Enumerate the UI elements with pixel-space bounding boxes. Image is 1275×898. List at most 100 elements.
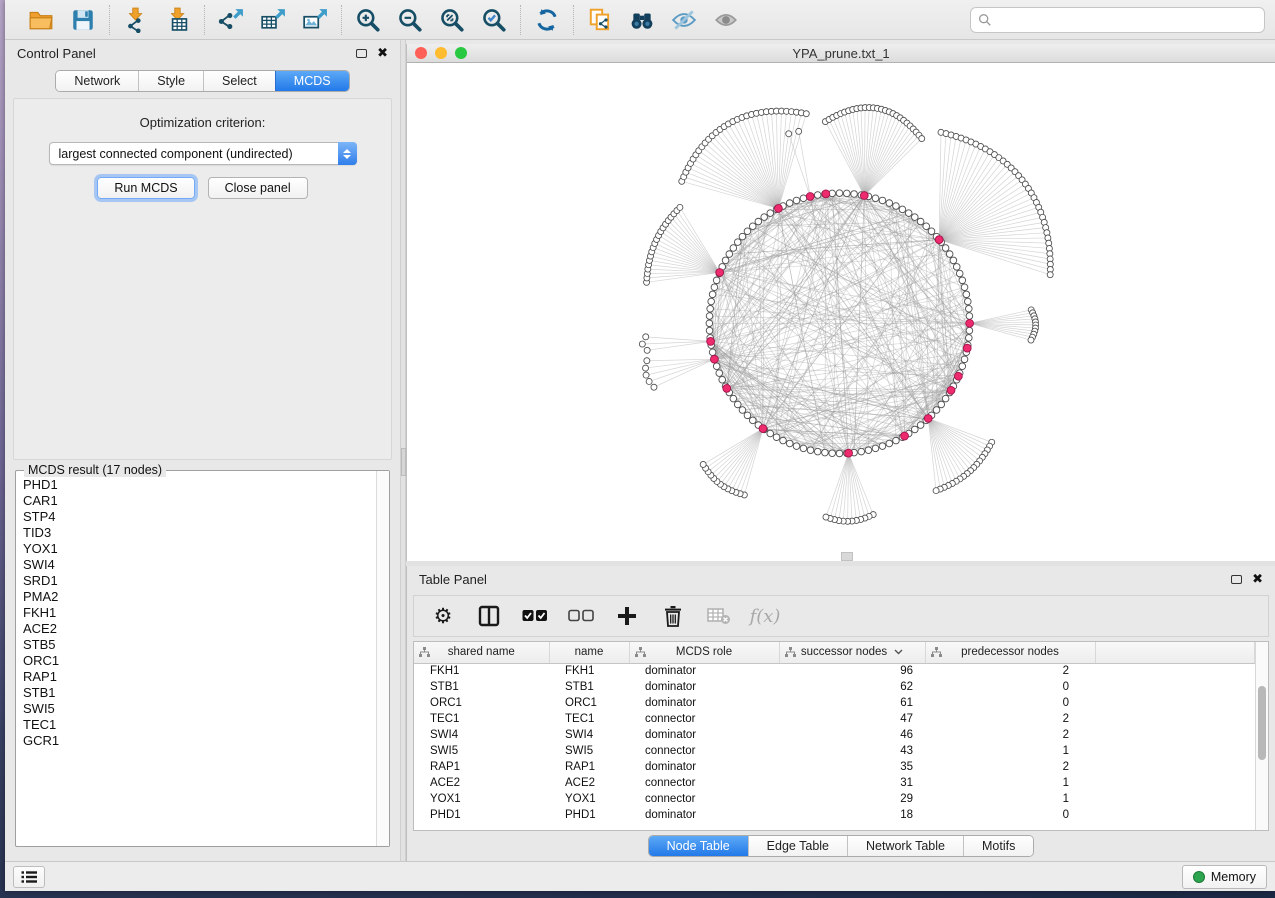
cell-predecessor-nodes[interactable]: 1 (925, 791, 1095, 807)
cell-shared-name[interactable]: STB1 (414, 679, 549, 695)
cell-name[interactable]: ACE2 (549, 775, 629, 791)
cell-name[interactable]: PHD1 (549, 807, 629, 823)
table-row[interactable]: STB1STB1dominator620 (414, 679, 1255, 695)
tab-select[interactable]: Select (203, 71, 275, 91)
export-table-icon[interactable] (259, 6, 287, 34)
zoom-in-icon[interactable] (354, 6, 382, 34)
import-network-icon[interactable] (122, 6, 150, 34)
cell-MCDS-role[interactable]: connector (629, 743, 779, 759)
refresh-layout-icon[interactable] (533, 6, 561, 34)
tab-network[interactable]: Network (56, 71, 138, 91)
mcds-result-item[interactable]: SWI5 (23, 701, 376, 717)
cell-MCDS-role[interactable]: dominator (629, 807, 779, 823)
cell-shared-name[interactable]: RAP1 (414, 759, 549, 775)
network-canvas[interactable] (407, 63, 1275, 561)
cell-name[interactable]: YOX1 (549, 791, 629, 807)
cell-name[interactable]: SWI4 (549, 727, 629, 743)
cell-MCDS-role[interactable]: connector (629, 791, 779, 807)
mcds-result-item[interactable]: CAR1 (23, 493, 376, 509)
result-list-scrollbar[interactable] (376, 471, 389, 846)
column-header-successor-nodes[interactable]: successor nodes (779, 642, 925, 663)
cell-successor-nodes[interactable]: 31 (779, 775, 925, 791)
cell-MCDS-role[interactable]: dominator (629, 695, 779, 711)
close-window-light[interactable] (415, 47, 427, 59)
cell-successor-nodes[interactable]: 43 (779, 743, 925, 759)
mcds-result-item[interactable]: ORC1 (23, 653, 376, 669)
cell-name[interactable]: ORC1 (549, 695, 629, 711)
panel-menu-button[interactable] (13, 866, 45, 888)
save-session-icon[interactable] (69, 6, 97, 34)
close-panel-button[interactable]: Close panel (208, 177, 308, 199)
node-table[interactable]: shared namenameMCDS rolesuccessor nodesp… (414, 642, 1255, 823)
unselect-all-columns-icon[interactable] (568, 603, 594, 629)
network-graph[interactable] (407, 63, 1275, 562)
column-header-MCDS-role[interactable]: MCDS role (629, 642, 779, 663)
hide-selected-icon[interactable] (670, 6, 698, 34)
search-input[interactable] (997, 13, 1257, 27)
mcds-result-item[interactable]: TID3 (23, 525, 376, 541)
mcds-result-item[interactable]: STP4 (23, 509, 376, 525)
cell-predecessor-nodes[interactable]: 2 (925, 759, 1095, 775)
vertical-splitter[interactable] (400, 40, 406, 861)
table-row[interactable]: YOX1YOX1connector291 (414, 791, 1255, 807)
import-table-icon[interactable] (164, 6, 192, 34)
table-row[interactable]: RAP1RAP1dominator352 (414, 759, 1255, 775)
column-layout-icon[interactable] (476, 603, 502, 629)
cell-shared-name[interactable]: SWI5 (414, 743, 549, 759)
mcds-result-item[interactable]: TEC1 (23, 717, 376, 733)
cell-successor-nodes[interactable]: 96 (779, 663, 925, 679)
mcds-result-item[interactable]: PHD1 (23, 477, 376, 493)
column-header-shared-name[interactable]: shared name (414, 642, 549, 663)
table-row[interactable]: SWI5SWI5connector431 (414, 743, 1255, 759)
table-row[interactable]: PHD1PHD1dominator180 (414, 807, 1255, 823)
splitter-grip[interactable] (401, 448, 406, 476)
mcds-result-item[interactable]: RAP1 (23, 669, 376, 685)
cell-shared-name[interactable]: PHD1 (414, 807, 549, 823)
table-row[interactable]: ORC1ORC1dominator610 (414, 695, 1255, 711)
cell-MCDS-role[interactable]: dominator (629, 759, 779, 775)
cell-successor-nodes[interactable]: 18 (779, 807, 925, 823)
tab-style[interactable]: Style (138, 71, 203, 91)
mcds-result-item[interactable]: SRD1 (23, 573, 376, 589)
export-image-icon[interactable] (301, 6, 329, 34)
cell-MCDS-role[interactable]: dominator (629, 679, 779, 695)
open-session-icon[interactable] (27, 6, 55, 34)
tab-network-table[interactable]: Network Table (847, 836, 963, 856)
mcds-result-item[interactable]: STB5 (23, 637, 376, 653)
cell-predecessor-nodes[interactable]: 1 (925, 743, 1095, 759)
cell-shared-name[interactable]: TEC1 (414, 711, 549, 727)
mcds-result-list[interactable]: PHD1CAR1STP4TID3YOX1SWI4SRD1PMA2FKH1ACE2… (16, 471, 376, 846)
criterion-dropdown[interactable]: largest connected component (undirected) (49, 142, 357, 165)
table-row[interactable]: FKH1FKH1dominator962 (414, 663, 1255, 679)
cell-shared-name[interactable]: YOX1 (414, 791, 549, 807)
cell-MCDS-role[interactable]: connector (629, 711, 779, 727)
export-network-icon[interactable] (217, 6, 245, 34)
cell-name[interactable]: SWI5 (549, 743, 629, 759)
float-table-panel-icon[interactable] (1231, 575, 1242, 584)
mcds-result-item[interactable]: PMA2 (23, 589, 376, 605)
cell-successor-nodes[interactable]: 46 (779, 727, 925, 743)
tab-edge-table[interactable]: Edge Table (748, 836, 847, 856)
table-row[interactable]: TEC1TEC1connector472 (414, 711, 1255, 727)
table-row[interactable]: SWI4SWI4dominator462 (414, 727, 1255, 743)
table-scrollbar-thumb[interactable] (1258, 686, 1266, 760)
cell-predecessor-nodes[interactable]: 2 (925, 711, 1095, 727)
cell-name[interactable]: TEC1 (549, 711, 629, 727)
mcds-result-item[interactable]: YOX1 (23, 541, 376, 557)
cell-MCDS-role[interactable]: dominator (629, 663, 779, 679)
table-settings-gear-icon[interactable]: ⚙ (430, 603, 456, 629)
cell-shared-name[interactable]: FKH1 (414, 663, 549, 679)
cell-predecessor-nodes[interactable]: 2 (925, 727, 1095, 743)
cell-successor-nodes[interactable]: 47 (779, 711, 925, 727)
cell-successor-nodes[interactable]: 29 (779, 791, 925, 807)
run-mcds-button[interactable]: Run MCDS (97, 177, 194, 199)
zoom-fit-icon[interactable] (438, 6, 466, 34)
search-box[interactable] (970, 7, 1265, 33)
first-neighbors-icon[interactable] (628, 6, 656, 34)
cell-shared-name[interactable]: ORC1 (414, 695, 549, 711)
cell-MCDS-role[interactable]: dominator (629, 727, 779, 743)
cell-predecessor-nodes[interactable]: 0 (925, 695, 1095, 711)
mcds-result-item[interactable]: SWI4 (23, 557, 376, 573)
mcds-result-item[interactable]: GCR1 (23, 733, 376, 749)
mcds-result-item[interactable]: ACE2 (23, 621, 376, 637)
